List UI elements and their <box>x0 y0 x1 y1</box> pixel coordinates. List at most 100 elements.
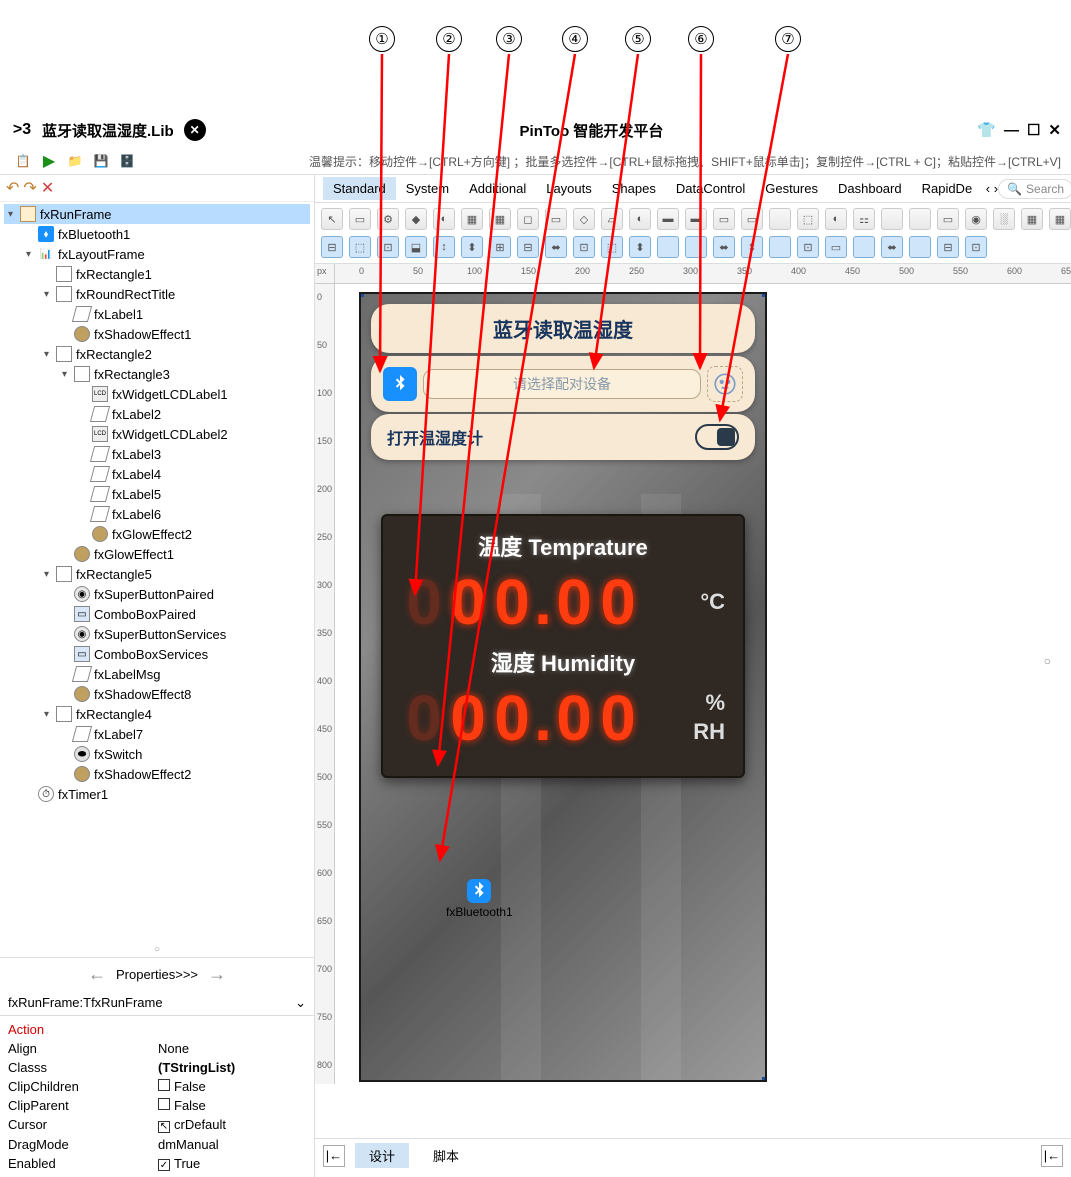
save-icon[interactable]: 💾 <box>90 150 112 172</box>
minimize-icon[interactable]: — <box>1004 122 1019 139</box>
align-icon[interactable]: ⬍ <box>461 236 483 258</box>
phone-preview[interactable]: 蓝牙读取温湿度 请选择配对设备 打开温湿度计 <box>359 292 767 1082</box>
prop-Enabled[interactable]: Enabled✓True <box>8 1154 306 1174</box>
palette-icon[interactable]: ◉ <box>965 208 987 230</box>
align-icon[interactable] <box>853 236 875 258</box>
align-icon[interactable]: ⊟ <box>517 236 539 258</box>
tree-node-fxLabel7[interactable]: fxLabel7 <box>4 724 310 744</box>
tree-node-fxShadowEffect1[interactable]: fxShadowEffect1 <box>4 324 310 344</box>
device-combo[interactable]: 请选择配对设备 <box>423 369 701 399</box>
align-icon[interactable]: ⊞ <box>489 236 511 258</box>
palette-icon[interactable]: ◆ <box>405 208 427 230</box>
lcd-panel[interactable]: 温度 Temprature 000.00 °C 湿度 Humidity 000.… <box>381 514 745 778</box>
palette-icon[interactable]: ▬ <box>685 208 707 230</box>
palette-icon[interactable]: ◇ <box>573 208 595 230</box>
palette-icon[interactable]: ◐ <box>629 208 651 230</box>
search-input[interactable]: 🔍 Search <box>998 179 1071 199</box>
database-icon[interactable]: 🗄️ <box>116 150 138 172</box>
next-arrow-icon[interactable]: → <box>208 964 226 985</box>
align-icon[interactable]: ⬍ <box>741 236 763 258</box>
prop-DragMode[interactable]: DragModedmManual <box>8 1135 306 1154</box>
align-icon[interactable]: ⊟ <box>321 236 343 258</box>
delete-icon[interactable]: ✕ <box>41 178 54 198</box>
align-icon[interactable]: ⬚ <box>349 236 371 258</box>
back-arrow-icon[interactable]: |← <box>323 1145 345 1167</box>
tree-node-fxLabel3[interactable]: fxLabel3 <box>4 444 310 464</box>
forward-arrow-icon[interactable]: |← <box>1041 1145 1063 1167</box>
tree-node-ComboBoxPaired[interactable]: ▭ComboBoxPaired <box>4 604 310 624</box>
palette-icon[interactable]: ▬ <box>657 208 679 230</box>
tree-node-fxWidgetLCDLabel2[interactable]: LCDfxWidgetLCDLabel2 <box>4 424 310 444</box>
prev-arrow-icon[interactable]: ← <box>88 964 106 985</box>
palette-icon[interactable]: ▦ <box>1021 208 1043 230</box>
tab-datacontrol[interactable]: DataControl <box>666 177 755 200</box>
align-icon[interactable]: ⬌ <box>713 236 735 258</box>
tab-system[interactable]: System <box>396 177 459 200</box>
script-tab[interactable]: 脚本 <box>419 1143 473 1168</box>
switch-card[interactable]: 打开温湿度计 <box>371 414 755 460</box>
prop-Align[interactable]: AlignNone <box>8 1039 306 1058</box>
tree-node-fxShadowEffect8[interactable]: fxShadowEffect8 <box>4 684 310 704</box>
prop-ClipParent[interactable]: ClipParentFalse <box>8 1096 306 1115</box>
design-canvas[interactable]: 蓝牙读取温湿度 请选择配对设备 打开温湿度计 <box>335 284 1071 1084</box>
property-list[interactable]: ActionAlignNoneClasss(TStringList)ClipCh… <box>0 1016 314 1177</box>
prop-ClipChildren[interactable]: ClipChildrenFalse <box>8 1077 306 1096</box>
palette-icon[interactable]: ▦ <box>461 208 483 230</box>
tree-node-fxRunFrame[interactable]: ▾fxRunFrame <box>4 204 310 224</box>
tree-node-fxRoundRectTitle[interactable]: ▾fxRoundRectTitle <box>4 284 310 304</box>
palette-icon[interactable]: ▭ <box>741 208 763 230</box>
palette-icon[interactable] <box>881 208 903 230</box>
palette-icon[interactable] <box>909 208 931 230</box>
align-icon[interactable]: ⬓ <box>405 236 427 258</box>
palette-icon[interactable]: ▭ <box>349 208 371 230</box>
tree-node-fxRectangle2[interactable]: ▾fxRectangle2 <box>4 344 310 364</box>
tab-shapes[interactable]: Shapes <box>602 177 666 200</box>
tab-additional[interactable]: Additional <box>459 177 536 200</box>
align-icon[interactable] <box>909 236 931 258</box>
tree-node-fxBluetooth1[interactable]: ⬧fxBluetooth1 <box>4 224 310 244</box>
tree-node-fxRectangle4[interactable]: ▾fxRectangle4 <box>4 704 310 724</box>
align-icon[interactable] <box>685 236 707 258</box>
tree-node-fxLabel4[interactable]: fxLabel4 <box>4 464 310 484</box>
align-icon[interactable]: ⊡ <box>377 236 399 258</box>
tree-node-fxGlowEffect2[interactable]: fxGlowEffect2 <box>4 524 310 544</box>
shirt-icon[interactable]: 👕 <box>977 121 996 139</box>
palette-icon[interactable]: ◻ <box>517 208 539 230</box>
align-icon[interactable]: ⬌ <box>881 236 903 258</box>
prop-Classs[interactable]: Classs(TStringList) <box>8 1058 306 1077</box>
tree-node-fxLabel5[interactable]: fxLabel5 <box>4 484 310 504</box>
prop-Action[interactable]: Action <box>8 1020 306 1039</box>
tree-node-fxRectangle3[interactable]: ▾fxRectangle3 <box>4 364 310 384</box>
tree-node-fxSwitch[interactable]: ⬬fxSwitch <box>4 744 310 764</box>
open-icon[interactable]: 📁 <box>64 150 86 172</box>
tree-node-fxShadowEffect2[interactable]: fxShadowEffect2 <box>4 764 310 784</box>
tree-node-fxLabel1[interactable]: fxLabel1 <box>4 304 310 324</box>
align-icon[interactable]: ⊡ <box>965 236 987 258</box>
bluetooth-component[interactable]: fxBluetooth1 <box>446 879 513 919</box>
switch-toggle[interactable] <box>695 424 739 450</box>
tree-node-fxGlowEffect1[interactable]: fxGlowEffect1 <box>4 544 310 564</box>
palette-icon[interactable]: ⚙ <box>377 208 399 230</box>
redo-icon[interactable]: ↷ <box>23 178 36 198</box>
close-icon[interactable]: ✕ <box>1048 121 1061 139</box>
palette-icon[interactable]: ▦ <box>489 208 511 230</box>
align-icon[interactable]: ⬌ <box>545 236 567 258</box>
chevron-down-icon[interactable]: ⌄ <box>295 995 306 1011</box>
face-icon[interactable] <box>707 366 743 402</box>
palette-icon[interactable]: ▭ <box>713 208 735 230</box>
tree-node-fxTimer1[interactable]: ⏱fxTimer1 <box>4 784 310 804</box>
palette-icon[interactable]: ↖ <box>321 208 343 230</box>
design-tab[interactable]: 设计 <box>355 1143 409 1168</box>
tab-nav[interactable]: ‹ › <box>982 181 998 196</box>
align-icon[interactable] <box>769 236 791 258</box>
component-tree[interactable]: ▾fxRunFrame⬧fxBluetooth1▾📊fxLayoutFramef… <box>0 202 314 942</box>
prop-Cursor[interactable]: Cursor↖crDefault <box>8 1115 306 1135</box>
align-icon[interactable]: ↕ <box>433 236 455 258</box>
clipboard-icon[interactable]: 📋 <box>12 150 34 172</box>
tab-standard[interactable]: Standard <box>323 177 396 200</box>
tree-node-fxLabel2[interactable]: fxLabel2 <box>4 404 310 424</box>
palette-icon[interactable]: ░ <box>993 208 1015 230</box>
palette-icon[interactable]: ▭ <box>545 208 567 230</box>
close-file-icon[interactable]: ✕ <box>184 119 206 141</box>
bluetooth-icon[interactable] <box>383 367 417 401</box>
